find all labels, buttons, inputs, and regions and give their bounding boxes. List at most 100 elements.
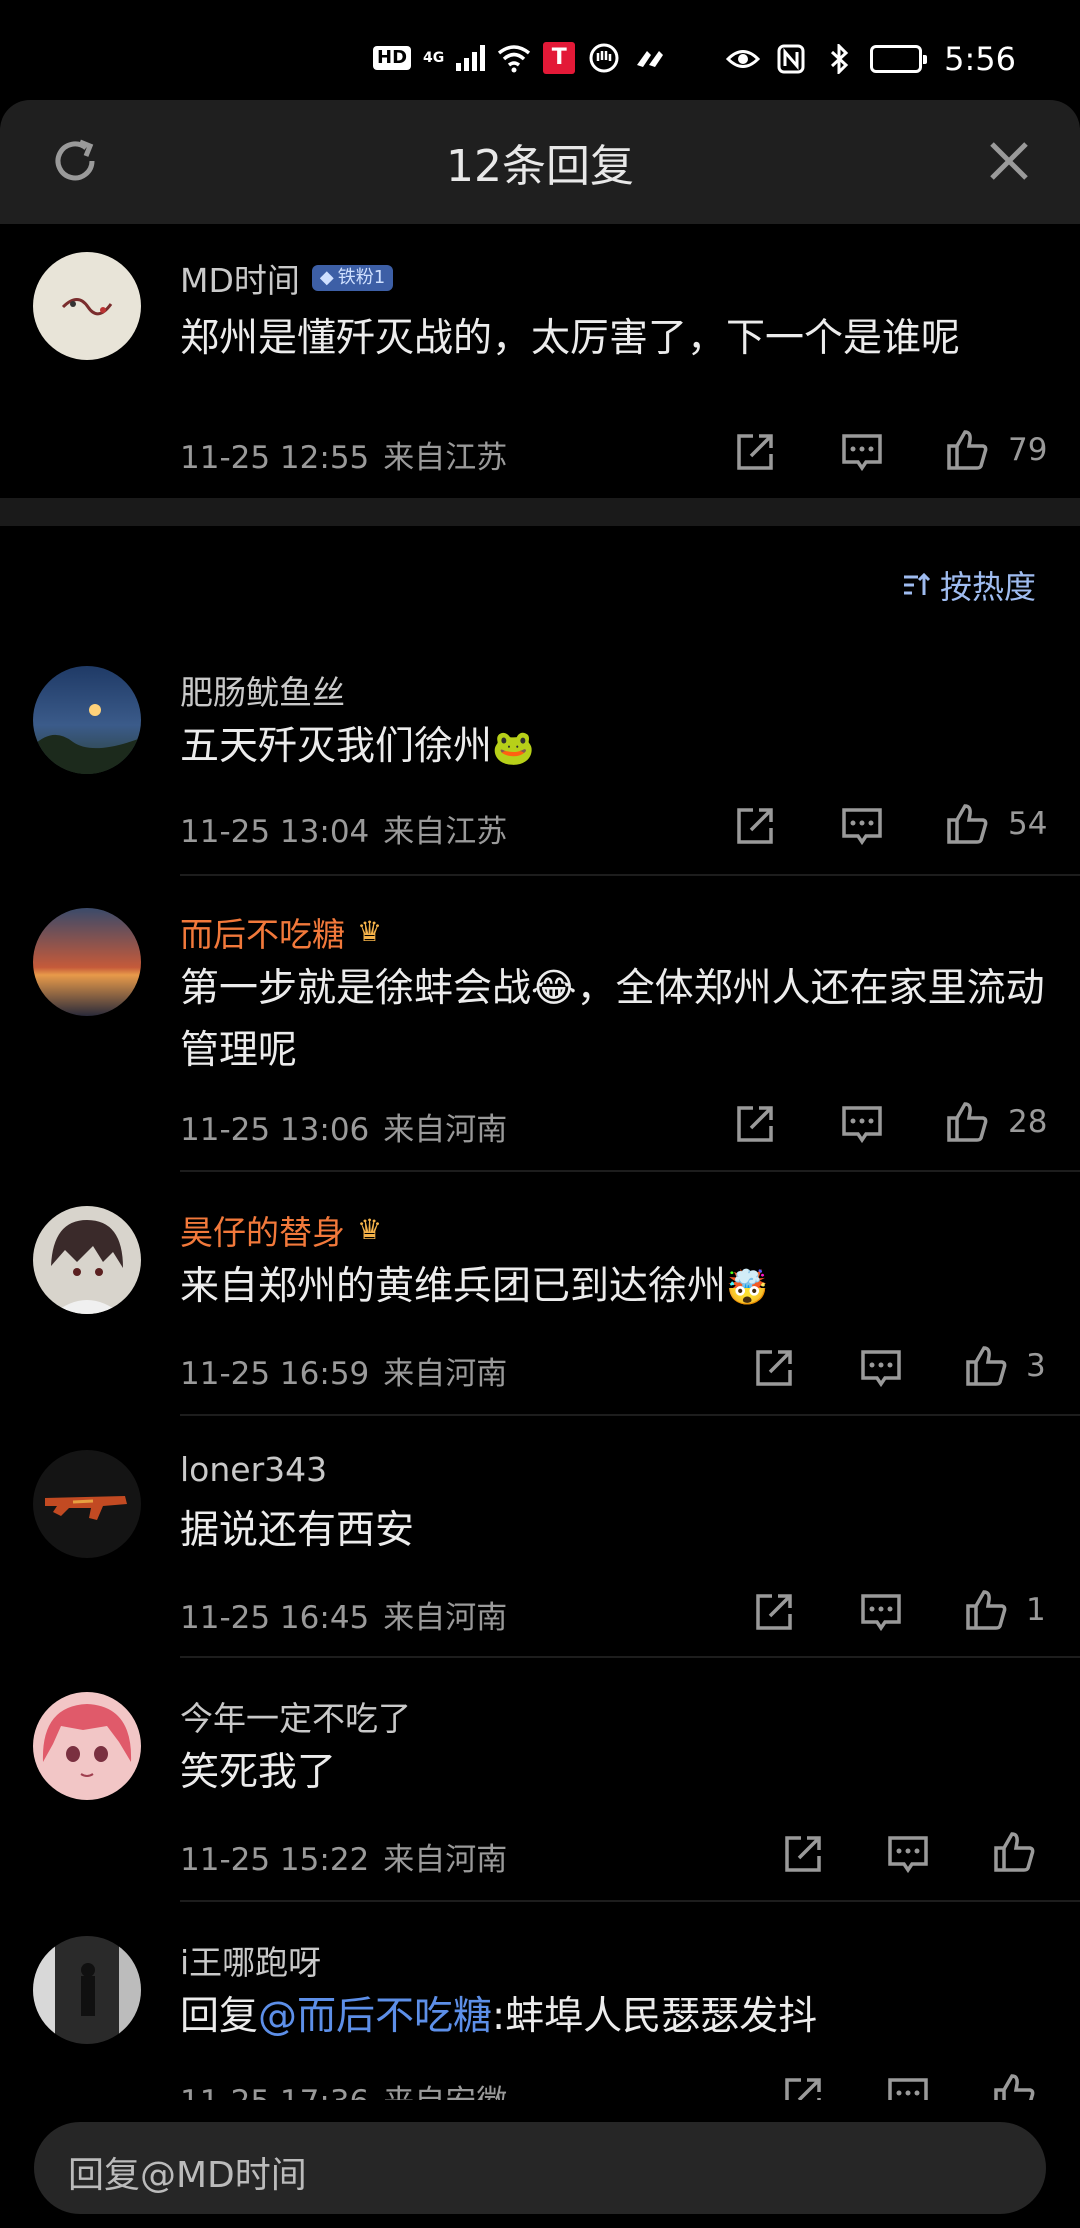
like-icon[interactable] — [992, 1830, 1036, 1874]
share-icon[interactable] — [781, 1832, 825, 1876]
comment-text: 郑州是懂歼灭战的，太厉害了，下一个是谁呢 — [180, 316, 961, 361]
comment-text: 笑死我了 — [180, 1750, 337, 1795]
comment-icon[interactable] — [886, 1832, 930, 1876]
diamond-icon: ◆ — [319, 267, 334, 288]
comment-text: 五天歼灭我们徐州🐸 — [180, 716, 1050, 779]
divider — [180, 1656, 1080, 1658]
username[interactable]: MD时间 ◆ 铁粉1 — [180, 254, 394, 302]
comment-meta: 11-25 15:22 来自河南 — [180, 1834, 507, 1879]
comment-location: 来自河南 — [383, 1842, 508, 1878]
comment-time: 11-25 12:55 — [180, 440, 370, 476]
share-icon[interactable] — [733, 430, 777, 474]
comment-time: 11-25 16:45 — [180, 1600, 370, 1636]
username[interactable]: 昊仔的替身 ♛ — [180, 1206, 382, 1254]
fan-badge: ◆ 铁粉1 — [311, 265, 394, 291]
username-text: MD时间 — [180, 261, 300, 300]
hand-icon — [589, 43, 619, 73]
divider — [180, 874, 1080, 876]
comment-icon[interactable] — [840, 804, 884, 848]
sort-icon — [903, 572, 931, 595]
comment-meta: 11-25 13:06 来自河南 — [180, 1104, 507, 1149]
username[interactable]: i王哪跑呀 — [180, 1936, 321, 1984]
username[interactable]: 今年一定不吃了 — [180, 1692, 411, 1740]
avatar[interactable] — [33, 1692, 141, 1800]
tesla-app-icon: T — [543, 42, 576, 74]
battery-icon — [870, 45, 928, 73]
share-icon[interactable] — [733, 804, 777, 848]
frog-emoji-icon: 🐸 — [492, 728, 535, 768]
close-icon[interactable] — [982, 134, 1036, 188]
avatar[interactable] — [33, 666, 141, 774]
username-text: 昊仔的替身 — [180, 1213, 345, 1252]
username[interactable]: loner343 — [180, 1450, 327, 1489]
mention-link[interactable]: @而后不吃糖 — [258, 1994, 492, 2039]
replies-sheet-header: 12条回复 — [0, 100, 1080, 224]
like-icon[interactable] — [945, 428, 989, 472]
comment-text: 来自郑州的黄维兵团已到达徐州🤯 — [180, 1256, 1050, 1319]
avatar[interactable] — [33, 908, 141, 1016]
comment-icon[interactable] — [840, 430, 884, 474]
status-left: HD 4G T — [373, 42, 667, 74]
avatar[interactable] — [33, 1936, 141, 2044]
sheet-title: 12条回复 — [446, 141, 634, 192]
share-icon[interactable] — [752, 1590, 796, 1634]
crown-icon: ♛ — [357, 915, 383, 948]
like-icon[interactable] — [945, 1100, 989, 1144]
username[interactable]: 肥肠鱿鱼丝 — [180, 666, 345, 714]
comment-meta: 11-25 12:55 来自江苏 — [180, 432, 507, 477]
comment-meta: 11-25 16:45 来自河南 — [180, 1592, 507, 1637]
username-text: 而后不吃糖 — [180, 915, 345, 954]
exploding-head-emoji-icon: 🤯 — [726, 1268, 769, 1308]
comment-time: 11-25 16:59 — [180, 1356, 370, 1392]
comment-icon[interactable] — [859, 1590, 903, 1634]
wifi-icon — [498, 45, 531, 73]
signal-icon — [456, 45, 486, 71]
status-bar: HD 4G T 5:56 — [0, 0, 1080, 100]
comment-body: :蚌埠人民瑟瑟发抖 — [492, 1994, 818, 2039]
comment-icon[interactable] — [859, 1346, 903, 1390]
divider — [180, 1414, 1080, 1416]
avatar[interactable] — [33, 1450, 141, 1558]
avatar[interactable] — [33, 1206, 141, 1314]
comment-text: 据说还有西安 — [180, 1508, 415, 1553]
comment-body: 来自郑州的黄维兵团已到达徐州 — [180, 1264, 727, 1309]
divider — [180, 1900, 1080, 1902]
comment-time: 11-25 15:22 — [180, 1842, 370, 1878]
like-count: 3 — [1026, 1348, 1046, 1384]
reply-input-placeholder: 回复@MD时间 — [68, 2155, 307, 2196]
divider — [180, 1170, 1080, 1172]
comment-meta: 11-25 13:04 来自江苏 — [180, 806, 507, 851]
nfc-icon — [777, 44, 805, 74]
like-icon[interactable] — [964, 1588, 1008, 1632]
like-icon[interactable] — [945, 802, 989, 846]
username[interactable]: 而后不吃糖 ♛ — [180, 908, 382, 956]
comment-icon[interactable] — [840, 1102, 884, 1146]
share-icon[interactable] — [752, 1346, 796, 1390]
comment-meta: 11-25 16:59 来自河南 — [180, 1348, 507, 1393]
hd-badge: HD — [373, 46, 412, 70]
bluetooth-icon — [831, 44, 849, 74]
comment-location: 来自河南 — [383, 1600, 508, 1636]
reply-input[interactable]: 回复@MD时间 — [34, 2122, 1046, 2214]
comment-time: 11-25 13:04 — [180, 814, 370, 850]
like-icon[interactable] — [964, 1344, 1008, 1388]
comment-location: 来自江苏 — [383, 814, 508, 850]
link-app-icon — [637, 51, 664, 67]
sort-by-hot-button[interactable]: 按热度 — [902, 562, 1036, 608]
sort-label: 按热度 — [939, 568, 1036, 606]
comment-location: 来自河南 — [383, 1112, 508, 1148]
avatar[interactable] — [33, 252, 141, 360]
like-count: 1 — [1026, 1592, 1046, 1628]
comment-location: 来自江苏 — [383, 440, 508, 476]
like-count: 28 — [1008, 1104, 1048, 1140]
share-icon[interactable] — [733, 1102, 777, 1146]
like-count: 79 — [1008, 432, 1048, 468]
comment-location: 来自河南 — [383, 1356, 508, 1392]
eye-icon — [726, 50, 761, 68]
reply-prefix: 回复 — [180, 1994, 259, 2039]
comment-text: 第一步就是徐蚌会战😂，全体郑州人还在家里流动管理呢 — [180, 966, 1045, 1073]
root-comment: MD时间 ◆ 铁粉1 郑州是懂歼灭战的，太厉害了，下一个是谁呢 11-25 12… — [0, 224, 1080, 498]
comment-text: 回复@而后不吃糖:蚌埠人民瑟瑟发抖 — [180, 1986, 1050, 2048]
comment-time: 11-25 13:06 — [180, 1112, 370, 1148]
comment-body: 五天歼灭我们徐州 — [180, 724, 493, 769]
